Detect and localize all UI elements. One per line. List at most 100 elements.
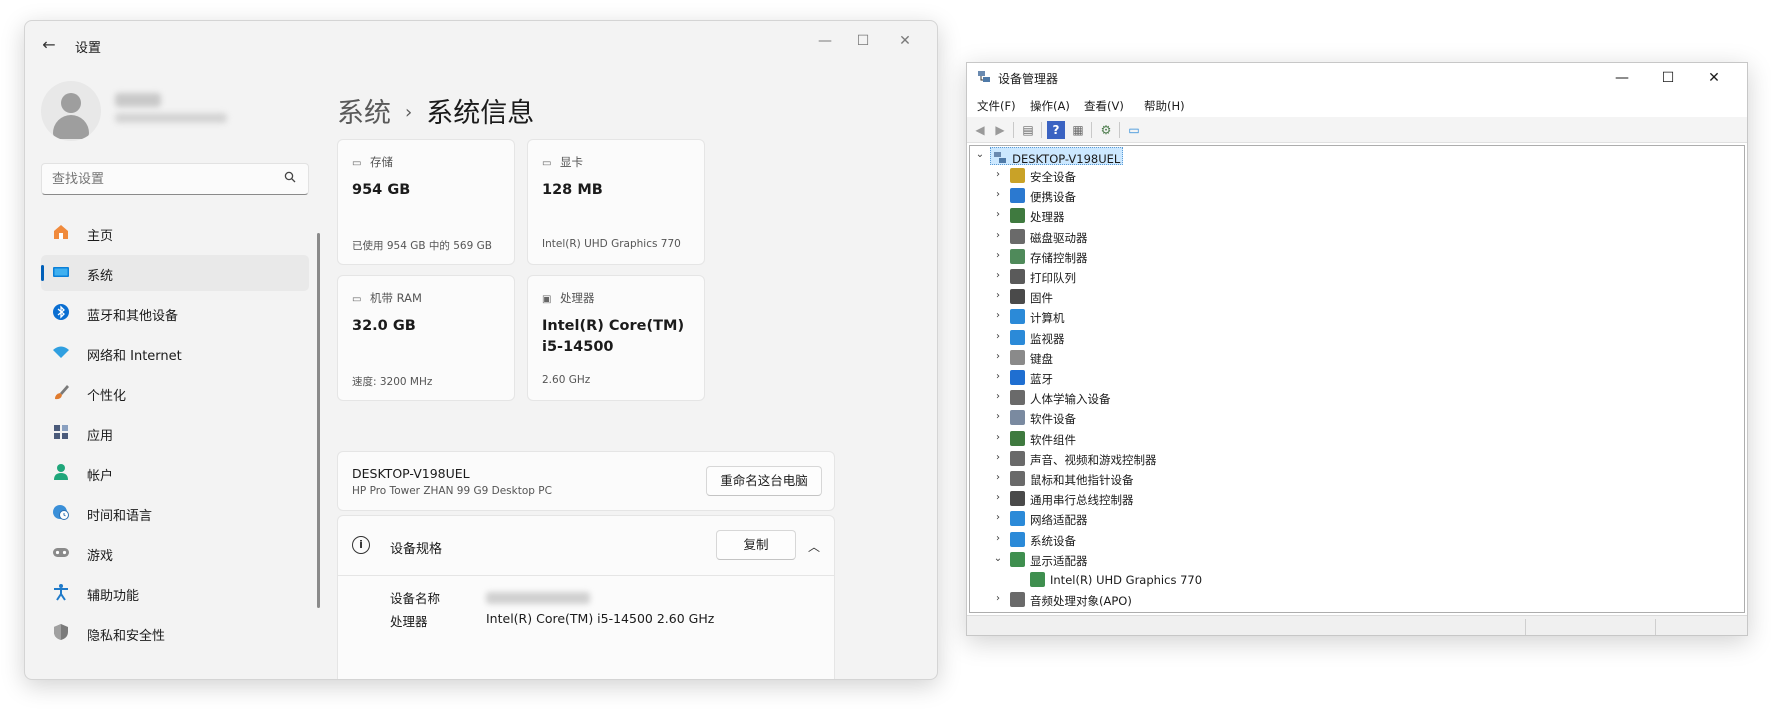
minimize-button[interactable]: — xyxy=(1599,65,1645,91)
chevron-right-icon[interactable]: › xyxy=(992,512,1004,524)
menu-file[interactable]: 文件(F) xyxy=(977,98,1016,114)
device-spec-header[interactable]: i 设备规格 复制 ︿ xyxy=(338,516,834,576)
back-arrow-icon[interactable]: ← xyxy=(39,35,59,55)
chevron-right-icon[interactable]: › xyxy=(992,169,1004,181)
chevron-right-icon[interactable]: › xyxy=(992,411,1004,423)
chevron-right-icon[interactable]: › xyxy=(992,472,1004,484)
device-tree[interactable]: ⌄ DESKTOP-V198UEL › 安全设备 › 便携设备 › 处理器 › 磁盘驱动器 › 存… xyxy=(969,145,1745,613)
chevron-right-icon[interactable]: › xyxy=(992,331,1004,343)
tree-category[interactable]: › 监视器 xyxy=(970,328,1670,348)
tree-category[interactable]: › 音频处理对象(APO) xyxy=(970,590,1670,610)
chevron-right-icon[interactable]: › xyxy=(992,209,1004,221)
chevron-right-icon[interactable]: › xyxy=(992,270,1004,282)
maximize-button[interactable]: ☐ xyxy=(1645,65,1691,91)
close-button[interactable]: ✕ xyxy=(885,29,925,53)
sidebar-item-accounts[interactable]: 帐户 xyxy=(41,455,309,491)
chevron-right-icon[interactable]: › xyxy=(992,371,1004,383)
chevron-right-icon[interactable]: › xyxy=(992,290,1004,302)
tree-category[interactable]: › 蓝牙 xyxy=(970,368,1670,388)
tree-category[interactable]: › 声音、视频和游戏控制器 xyxy=(970,449,1670,469)
tree-item-label: 软件设备 xyxy=(1030,412,1076,426)
ram-card[interactable]: ▭ 机带 RAM 32.0 GB 速度: 3200 MHz xyxy=(337,275,515,401)
sidebar-item-personalization[interactable]: 个性化 xyxy=(41,375,309,411)
tree-item-label: 软件组件 xyxy=(1030,433,1076,447)
chevron-down-icon[interactable]: ⌄ xyxy=(992,553,1004,565)
device-name-blurred xyxy=(486,592,590,604)
menu-view[interactable]: 查看(V) xyxy=(1084,98,1124,114)
chevron-right-icon[interactable]: › xyxy=(992,391,1004,403)
sidebar-item-gaming[interactable]: 游戏 xyxy=(41,535,309,571)
tree-category[interactable]: › 打印队列 xyxy=(970,267,1670,287)
sidebar-scrollbar[interactable] xyxy=(317,233,320,608)
menu-help[interactable]: 帮助(H) xyxy=(1144,98,1185,114)
chevron-right-icon[interactable]: › xyxy=(992,533,1004,545)
sidebar-item-system[interactable]: 系统 xyxy=(41,255,309,291)
chevron-right-icon[interactable]: › xyxy=(992,351,1004,363)
tree-category[interactable]: › 处理器 xyxy=(970,206,1670,226)
tree-category[interactable]: › 人体学输入设备 xyxy=(970,388,1670,408)
search-input[interactable] xyxy=(52,170,272,188)
chevron-right-icon[interactable]: › xyxy=(992,432,1004,444)
tree-category[interactable]: › 键盘 xyxy=(970,348,1670,368)
sidebar-item-accessibility[interactable]: 辅助功能 xyxy=(41,575,309,611)
sidebar-item-home[interactable]: 主页 xyxy=(41,215,309,251)
chevron-right-icon[interactable]: › xyxy=(992,250,1004,262)
show-hide-console-tree-icon[interactable]: ▤ xyxy=(1019,121,1037,139)
properties-icon[interactable]: ▦ xyxy=(1069,121,1087,139)
chevron-right-icon[interactable]: › xyxy=(992,310,1004,322)
minimize-button[interactable]: — xyxy=(805,29,845,53)
back-icon[interactable]: ◀ xyxy=(971,121,989,139)
forward-icon[interactable]: ▶ xyxy=(991,121,1009,139)
search-icon[interactable] xyxy=(284,171,298,185)
tree-category[interactable]: › 磁盘驱动器 xyxy=(970,227,1670,247)
tree-category[interactable]: › 软件设备 xyxy=(970,408,1670,428)
tree-category[interactable]: › 软件组件 xyxy=(970,429,1670,449)
tree-item-label: 声音、视频和游戏控制器 xyxy=(1030,453,1157,467)
tree-category[interactable]: › 鼠标和其他指针设备 xyxy=(970,469,1670,489)
tree-category[interactable]: › 网络适配器 xyxy=(970,509,1670,529)
sidebar-item-bluetooth[interactable]: 蓝牙和其他设备 xyxy=(41,295,309,331)
search-box[interactable] xyxy=(41,163,309,195)
tree-category[interactable]: ⌄ 显示适配器 xyxy=(970,550,1670,570)
monitor-icon[interactable]: ▭ xyxy=(1125,121,1143,139)
maximize-button[interactable]: ☐ xyxy=(843,29,883,53)
scan-hardware-icon[interactable]: ⚙ xyxy=(1097,121,1115,139)
chevron-right-icon[interactable]: › xyxy=(992,452,1004,464)
chevron-right-icon[interactable]: › xyxy=(992,230,1004,242)
storage-card[interactable]: ▭ 存储 954 GB 已使用 954 GB 中的 569 GB xyxy=(337,139,515,265)
processor-card[interactable]: ▣ 处理器 Intel(R) Core(TM) i5-14500 2.60 GHz xyxy=(527,275,705,401)
avatar[interactable] xyxy=(41,81,101,141)
breadcrumb-parent[interactable]: 系统 xyxy=(337,98,391,129)
tree-category[interactable]: › 安全设备 xyxy=(970,166,1670,186)
disk-drive-icon xyxy=(1010,229,1025,244)
tree-device-item[interactable]: Intel(R) UHD Graphics 770 xyxy=(970,570,1670,590)
sidebar-item-time-language[interactable]: 时间和语言 xyxy=(41,495,309,531)
tree-item-label: Intel(R) UHD Graphics 770 xyxy=(1050,573,1203,587)
menu-action[interactable]: 操作(A) xyxy=(1030,98,1070,114)
tree-category[interactable]: › 系统设备 xyxy=(970,530,1670,550)
cpu-icon: ▣ xyxy=(542,294,552,305)
sidebar-item-network[interactable]: 网络和 Internet xyxy=(41,335,309,371)
copy-button[interactable]: 复制 xyxy=(716,530,796,560)
sidebar-item-apps[interactable]: 应用 xyxy=(41,415,309,451)
tree-item-label: 键盘 xyxy=(1030,352,1053,366)
tree-category[interactable]: › 便携设备 xyxy=(970,186,1670,206)
chevron-right-icon[interactable]: › xyxy=(992,492,1004,504)
tree-category[interactable]: › 存储控制器 xyxy=(970,247,1670,267)
gpu-card[interactable]: ▭ 显卡 128 MB Intel(R) UHD Graphics 770 xyxy=(527,139,705,265)
chevron-down-icon[interactable]: ⌄ xyxy=(974,149,986,161)
tree-root[interactable]: ⌄ DESKTOP-V198UEL xyxy=(970,146,1670,166)
tree-category[interactable]: › 计算机 xyxy=(970,307,1670,327)
tree-item-label: 显示适配器 xyxy=(1030,554,1088,568)
display-adapter-icon xyxy=(1030,572,1045,587)
help-icon[interactable]: ? xyxy=(1047,121,1065,139)
rename-pc-button[interactable]: 重命名这台电脑 xyxy=(706,466,822,496)
tree-category[interactable]: › 固件 xyxy=(970,287,1670,307)
sidebar-item-privacy[interactable]: 隐私和安全性 xyxy=(41,615,309,651)
chevron-right-icon[interactable]: › xyxy=(992,189,1004,201)
chevron-up-icon[interactable]: ︿ xyxy=(808,538,820,555)
usb-icon xyxy=(1010,491,1025,506)
tree-category[interactable]: › 通用串行总线控制器 xyxy=(970,489,1670,509)
close-button[interactable]: ✕ xyxy=(1691,65,1737,91)
chevron-right-icon[interactable]: › xyxy=(992,593,1004,605)
